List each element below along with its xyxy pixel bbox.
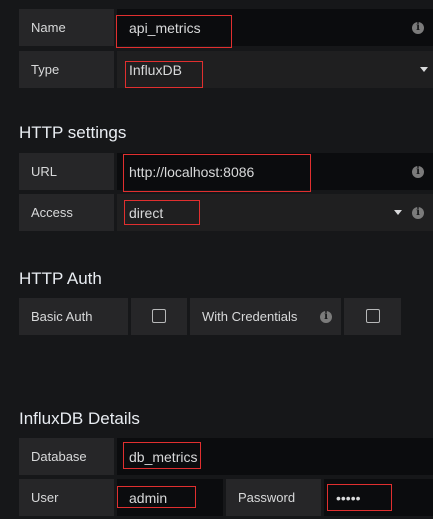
password-input[interactable]: •••••	[324, 479, 433, 516]
database-input-value: db_metrics	[129, 448, 198, 465]
password-label-text: Password	[238, 490, 296, 505]
access-label: Access	[19, 194, 114, 231]
with-credentials-label: With Credentials	[190, 298, 341, 335]
info-icon[interactable]: i	[412, 22, 424, 34]
caret-down-icon[interactable]	[394, 210, 402, 215]
type-label-text: Type	[31, 62, 60, 77]
url-input-value: http://localhost:8086	[129, 163, 255, 180]
database-label: Database	[19, 438, 114, 475]
type-select-value: InfluxDB	[129, 61, 182, 78]
info-icon[interactable]: i	[320, 311, 332, 323]
url-label: URL	[19, 153, 114, 190]
influxdb-details-title: InfluxDB Details	[19, 409, 140, 428]
basic-auth-label: Basic Auth	[19, 298, 128, 335]
url-label-text: URL	[31, 164, 58, 179]
access-label-text: Access	[31, 205, 73, 220]
database-label-text: Database	[31, 449, 87, 464]
basic-auth-label-text: Basic Auth	[31, 309, 93, 324]
name-label: Name	[19, 9, 114, 46]
name-input-value: api_metrics	[129, 19, 201, 36]
user-input[interactable]: admin	[117, 479, 223, 516]
type-select[interactable]: InfluxDB	[117, 51, 433, 88]
user-label: User	[19, 479, 114, 516]
database-input[interactable]: db_metrics	[117, 438, 433, 475]
user-input-value: admin	[129, 489, 168, 506]
url-input[interactable]: http://localhost:8086	[117, 153, 433, 190]
http-auth-title: HTTP Auth	[19, 269, 102, 288]
access-select[interactable]: direct	[117, 194, 433, 231]
user-label-text: User	[31, 490, 59, 505]
basic-auth-checkbox[interactable]	[152, 309, 166, 323]
password-input-value: •••••	[336, 489, 361, 506]
with-credentials-checkbox[interactable]	[366, 309, 380, 323]
access-select-value: direct	[129, 204, 164, 221]
info-icon[interactable]: i	[412, 166, 424, 178]
name-label-text: Name	[31, 20, 66, 35]
name-input[interactable]: api_metrics	[117, 9, 433, 46]
type-label: Type	[19, 51, 114, 88]
info-icon[interactable]: i	[412, 207, 424, 219]
with-credentials-label-text: With Credentials	[202, 309, 298, 324]
password-label: Password	[226, 479, 321, 516]
caret-down-icon[interactable]	[420, 67, 428, 72]
http-settings-title: HTTP settings	[19, 123, 127, 142]
